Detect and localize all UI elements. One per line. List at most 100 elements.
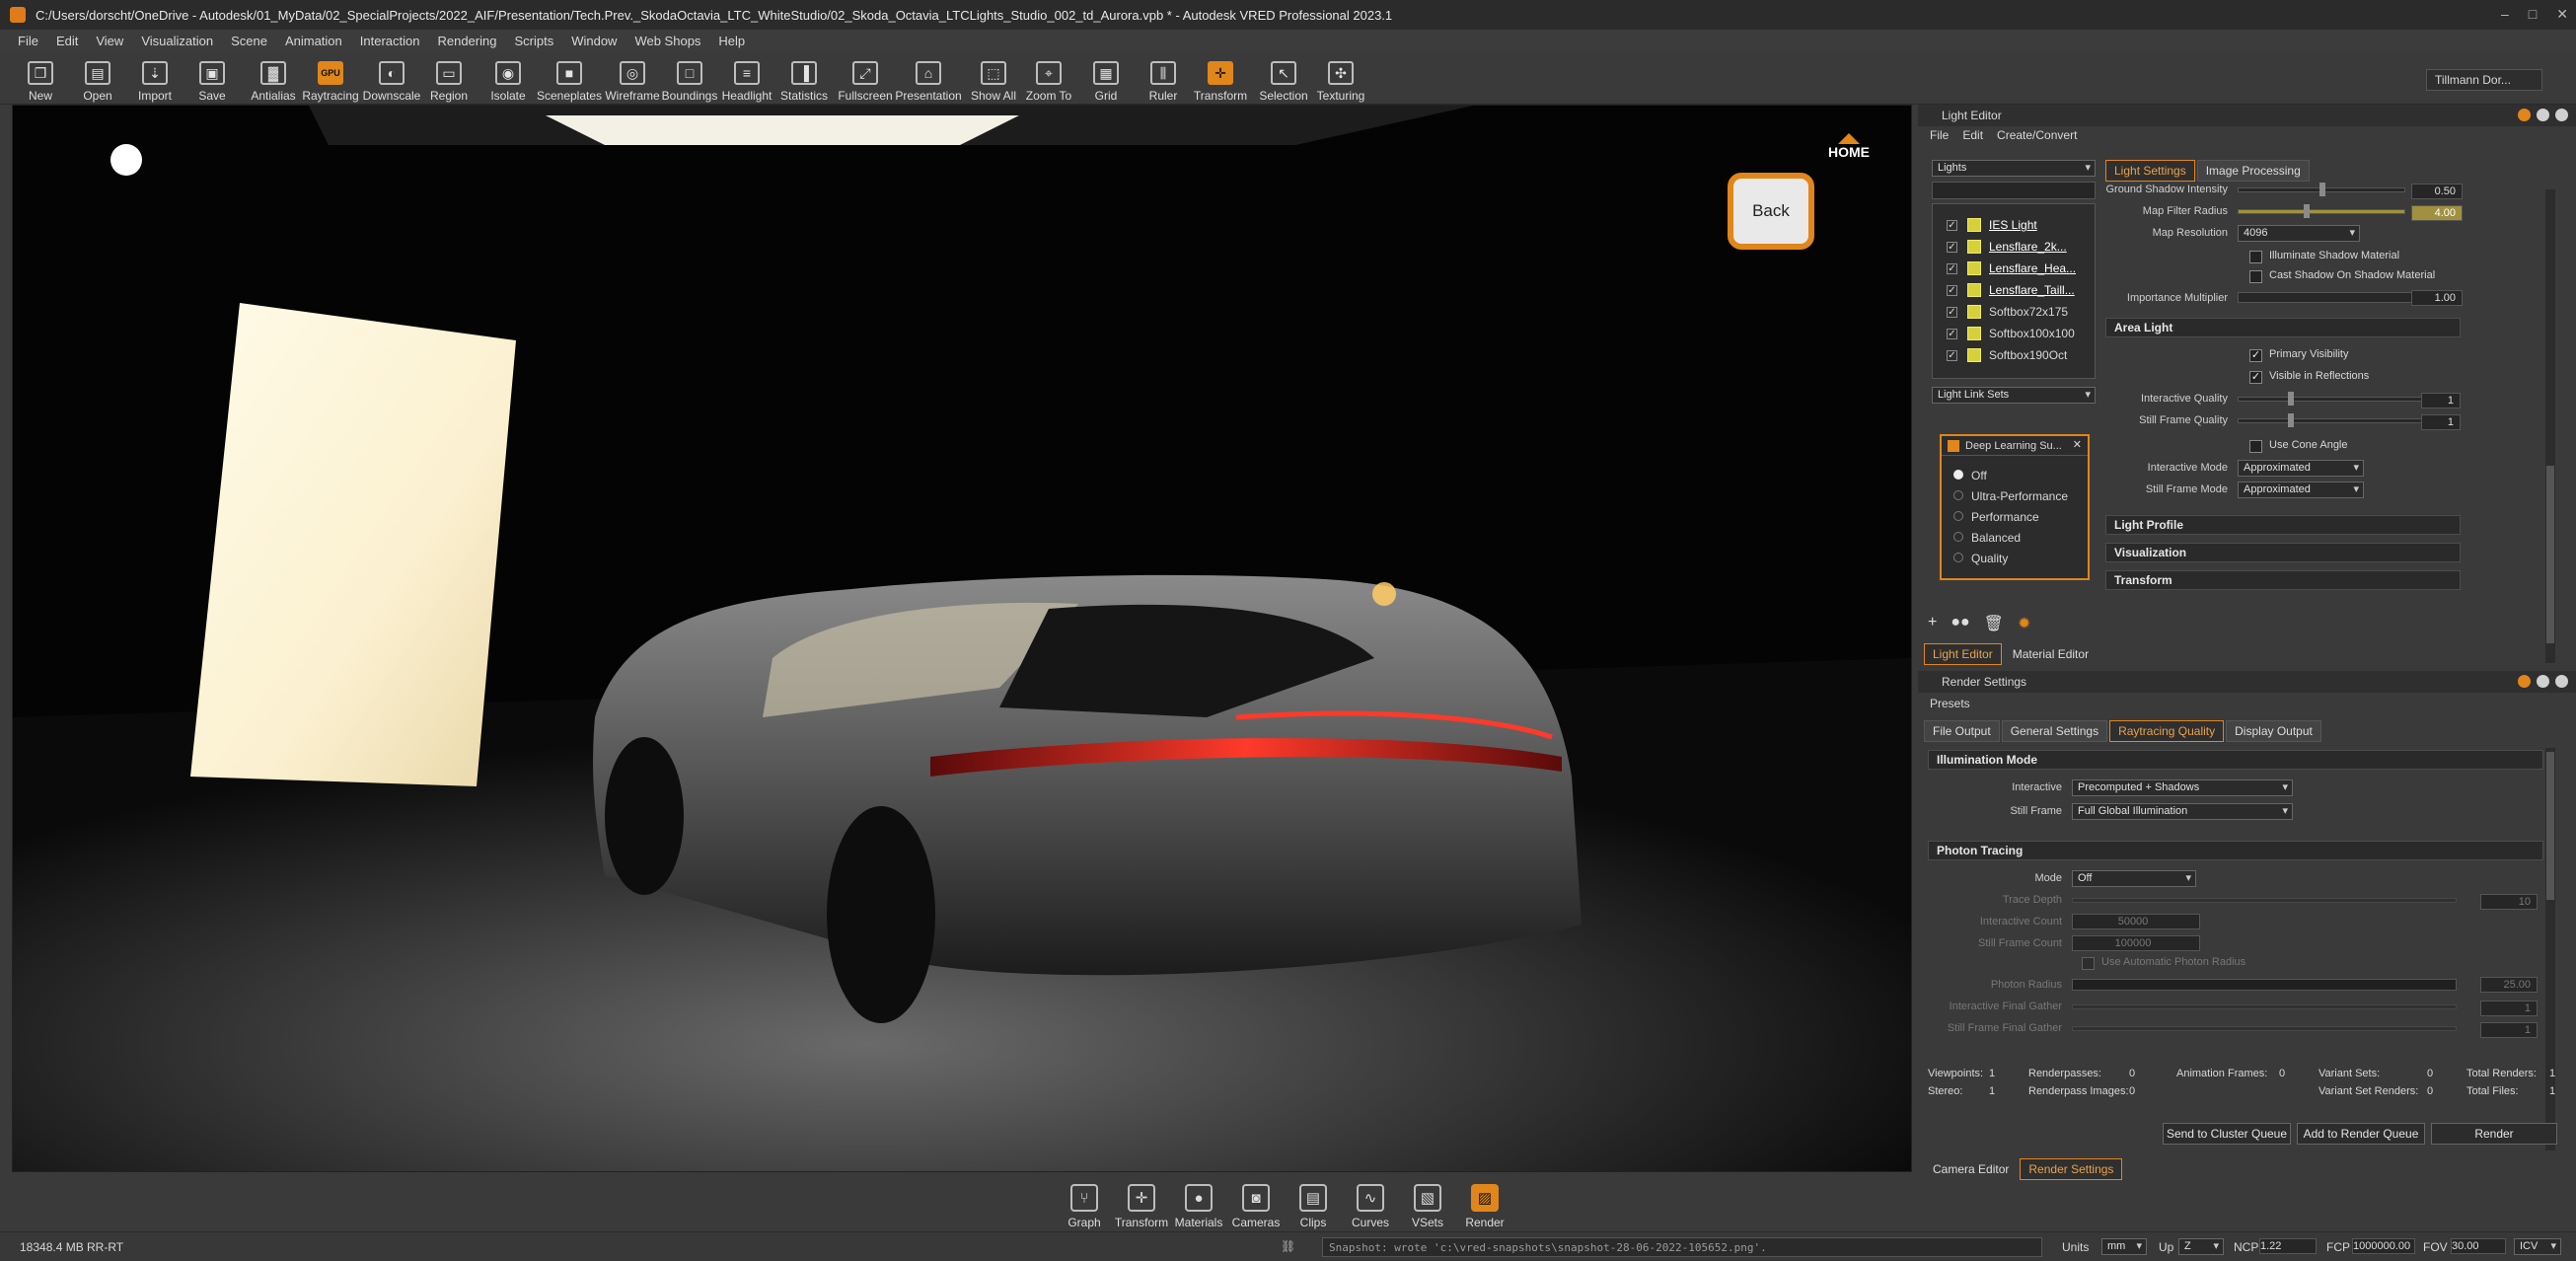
close-icon[interactable] bbox=[2555, 109, 2568, 121]
light-on-icon[interactable]: ✹ bbox=[2018, 614, 2030, 633]
photon-mode-select[interactable]: Off bbox=[2072, 870, 2196, 887]
illuminate-shadow-material-checkbox[interactable] bbox=[2249, 251, 2262, 263]
tab-raytracing-quality[interactable]: Raytracing Quality bbox=[2109, 720, 2225, 742]
importance-multiplier-slider[interactable] bbox=[2238, 292, 2435, 303]
photon-radius-value[interactable]: 25.00 bbox=[2480, 977, 2538, 993]
delete-icon[interactable]: 🗑 bbox=[1984, 614, 2004, 633]
cast-shadow-checkbox[interactable] bbox=[2249, 270, 2262, 283]
dlss-close-icon[interactable]: ✕ bbox=[2073, 438, 2082, 451]
still-frame-count-value[interactable]: 100000 bbox=[2072, 935, 2200, 951]
primary-visibility-checkbox[interactable]: ✓ bbox=[2249, 349, 2262, 362]
dlss-option-ultra-performance[interactable]: Ultra-Performance bbox=[1953, 486, 2068, 507]
help-icon[interactable] bbox=[2518, 675, 2531, 688]
tab-display-output[interactable]: Display Output bbox=[2226, 720, 2321, 742]
toolbar-isolate-button[interactable]: ◉ Isolate bbox=[479, 53, 537, 103]
render-viewport[interactable]: HOME Back bbox=[12, 105, 1912, 1172]
up-axis-select[interactable]: Z bbox=[2178, 1238, 2224, 1255]
light-item[interactable]: ✓ Softbox190Oct bbox=[1933, 344, 2095, 366]
light-visible-checkbox[interactable]: ✓ bbox=[1947, 328, 1957, 339]
illumination-mode-section[interactable]: Illumination Mode bbox=[1928, 750, 2543, 770]
dock-graph-button[interactable]: ⑂ Graph bbox=[1056, 1176, 1113, 1229]
icv-select[interactable]: ICV bbox=[2514, 1238, 2561, 1255]
fcp-input[interactable]: 1000000.00 bbox=[2352, 1238, 2415, 1254]
still-frame-final-gather-slider[interactable] bbox=[2072, 1026, 2457, 1031]
float-icon[interactable] bbox=[2537, 109, 2549, 121]
toolbar-open-button[interactable]: ▤ Open bbox=[69, 53, 126, 103]
light-item[interactable]: ✓ Lensflare_Taill... bbox=[1933, 279, 2095, 301]
still-frame-quality-value[interactable]: 1 bbox=[2421, 414, 2461, 430]
interactive-illumination-select[interactable]: Precomputed + Shadows bbox=[2072, 779, 2293, 796]
slider-knob[interactable] bbox=[2319, 183, 2325, 196]
dlss-option-performance[interactable]: Performance bbox=[1953, 507, 2068, 528]
maximize-button[interactable]: □ bbox=[2529, 6, 2537, 23]
toolbar-downscale-button[interactable]: ◐ Downscale bbox=[363, 53, 420, 103]
lights-filter-select[interactable]: Lights bbox=[1932, 160, 2096, 177]
menu-visualization[interactable]: Visualization bbox=[141, 34, 213, 48]
light-visible-checkbox[interactable]: ✓ bbox=[1947, 349, 1957, 361]
light-item[interactable]: ✓ Softbox100x100 bbox=[1933, 323, 2095, 344]
ncp-input[interactable]: 1.22 bbox=[2259, 1238, 2317, 1254]
slider-knob[interactable] bbox=[2288, 413, 2294, 427]
dlss-option-balanced[interactable]: Balanced bbox=[1953, 528, 2068, 549]
presets-menu[interactable]: Presets bbox=[1930, 697, 1970, 710]
light-item[interactable]: ✓ Lensflare_2k... bbox=[1933, 236, 2095, 258]
importance-multiplier-value[interactable]: 1.00 bbox=[2411, 290, 2463, 306]
toolbar-region-button[interactable]: ▭ Region bbox=[420, 53, 478, 103]
interactive-mode-select[interactable]: Approximated bbox=[2238, 460, 2364, 477]
map-filter-radius-value[interactable]: 4.00 bbox=[2411, 205, 2463, 221]
help-icon[interactable] bbox=[2518, 109, 2531, 121]
still-frame-illumination-select[interactable]: Full Global Illumination bbox=[2072, 803, 2293, 820]
tab-render-settings[interactable]: Render Settings bbox=[2020, 1158, 2123, 1180]
link-icon[interactable]: ⛓ bbox=[1281, 1239, 1295, 1253]
toolbar-texturing-button[interactable]: ✣ Texturing bbox=[1312, 53, 1369, 103]
light-visible-checkbox[interactable]: ✓ bbox=[1947, 306, 1957, 318]
toolbar-wireframe-button[interactable]: ◎ Wireframe bbox=[604, 53, 661, 103]
menu-edit[interactable]: Edit bbox=[56, 34, 78, 48]
light-visible-checkbox[interactable]: ✓ bbox=[1947, 262, 1957, 274]
use-cone-angle-checkbox[interactable] bbox=[2249, 440, 2262, 453]
menu-interaction[interactable]: Interaction bbox=[360, 34, 420, 48]
send-to-cluster-queue-button[interactable]: Send to Cluster Queue bbox=[2163, 1123, 2291, 1145]
light-profile-section[interactable]: Light Profile bbox=[2105, 515, 2461, 535]
le-menu-edit[interactable]: Edit bbox=[1962, 128, 1983, 142]
photon-tracing-section[interactable]: Photon Tracing bbox=[1928, 841, 2543, 860]
still-frame-quality-slider[interactable] bbox=[2238, 413, 2435, 427]
trace-depth-slider[interactable] bbox=[2072, 898, 2457, 903]
toolbar-headlight-button[interactable]: ≡ Headlight bbox=[718, 53, 775, 103]
toolbar-boundings-button[interactable]: □ Boundings bbox=[661, 53, 718, 103]
slider-knob[interactable] bbox=[2303, 204, 2310, 218]
menu-scripts[interactable]: Scripts bbox=[514, 34, 553, 48]
toolbar-sceneplates-button[interactable]: ■ Sceneplates bbox=[537, 53, 602, 103]
menu-scene[interactable]: Scene bbox=[231, 34, 267, 48]
menu-file[interactable]: File bbox=[18, 34, 38, 48]
close-icon[interactable] bbox=[2555, 675, 2568, 688]
visualization-section[interactable]: Visualization bbox=[2105, 543, 2461, 562]
tab-light-editor[interactable]: Light Editor bbox=[1924, 643, 2002, 665]
render-button[interactable]: Render bbox=[2431, 1123, 2557, 1145]
dock-clips-button[interactable]: ▤ Clips bbox=[1285, 1176, 1342, 1229]
le-menu-create-convert[interactable]: Create/Convert bbox=[1997, 128, 2077, 142]
map-resolution-select[interactable]: 4096 bbox=[2238, 225, 2360, 242]
toolbar-selection-button[interactable]: ↖ Selection bbox=[1255, 53, 1312, 103]
dock-render-button[interactable]: ▨ Render bbox=[1456, 1176, 1513, 1229]
toolbar-save-button[interactable]: ▣ Save bbox=[184, 53, 241, 103]
dock-materials-button[interactable]: ● Materials bbox=[1170, 1176, 1227, 1229]
still-frame-final-gather-value[interactable]: 1 bbox=[2480, 1022, 2538, 1038]
dock-curves-button[interactable]: ∿ Curves bbox=[1342, 1176, 1399, 1229]
toolbar-ruler-button[interactable]: ⫼ Ruler bbox=[1135, 53, 1192, 103]
toolbar-zoom-to-button[interactable]: ⌖ Zoom To bbox=[1020, 53, 1077, 103]
dock-vsets-button[interactable]: ▧ VSets bbox=[1399, 1176, 1456, 1229]
light-item[interactable]: ✓ Lensflare_Hea... bbox=[1933, 258, 2095, 279]
minimize-button[interactable]: – bbox=[2501, 6, 2509, 23]
interactive-final-gather-value[interactable]: 1 bbox=[2480, 1001, 2538, 1016]
light-visible-checkbox[interactable]: ✓ bbox=[1947, 284, 1957, 296]
toolbar-raytracing-button[interactable]: GPU Raytracing bbox=[302, 53, 359, 103]
lights-search-input[interactable] bbox=[1932, 182, 2096, 199]
dlss-option-quality[interactable]: Quality bbox=[1953, 549, 2068, 569]
toolbar-grid-button[interactable]: ▦ Grid bbox=[1077, 53, 1135, 103]
user-account-button[interactable]: Tillmann Dor... bbox=[2426, 69, 2542, 91]
toolbar-import-button[interactable]: ⇣ Import bbox=[126, 53, 184, 103]
scrollbar-thumb[interactable] bbox=[2546, 752, 2554, 900]
slider-knob[interactable] bbox=[2288, 392, 2294, 406]
light-visible-checkbox[interactable]: ✓ bbox=[1947, 219, 1957, 231]
